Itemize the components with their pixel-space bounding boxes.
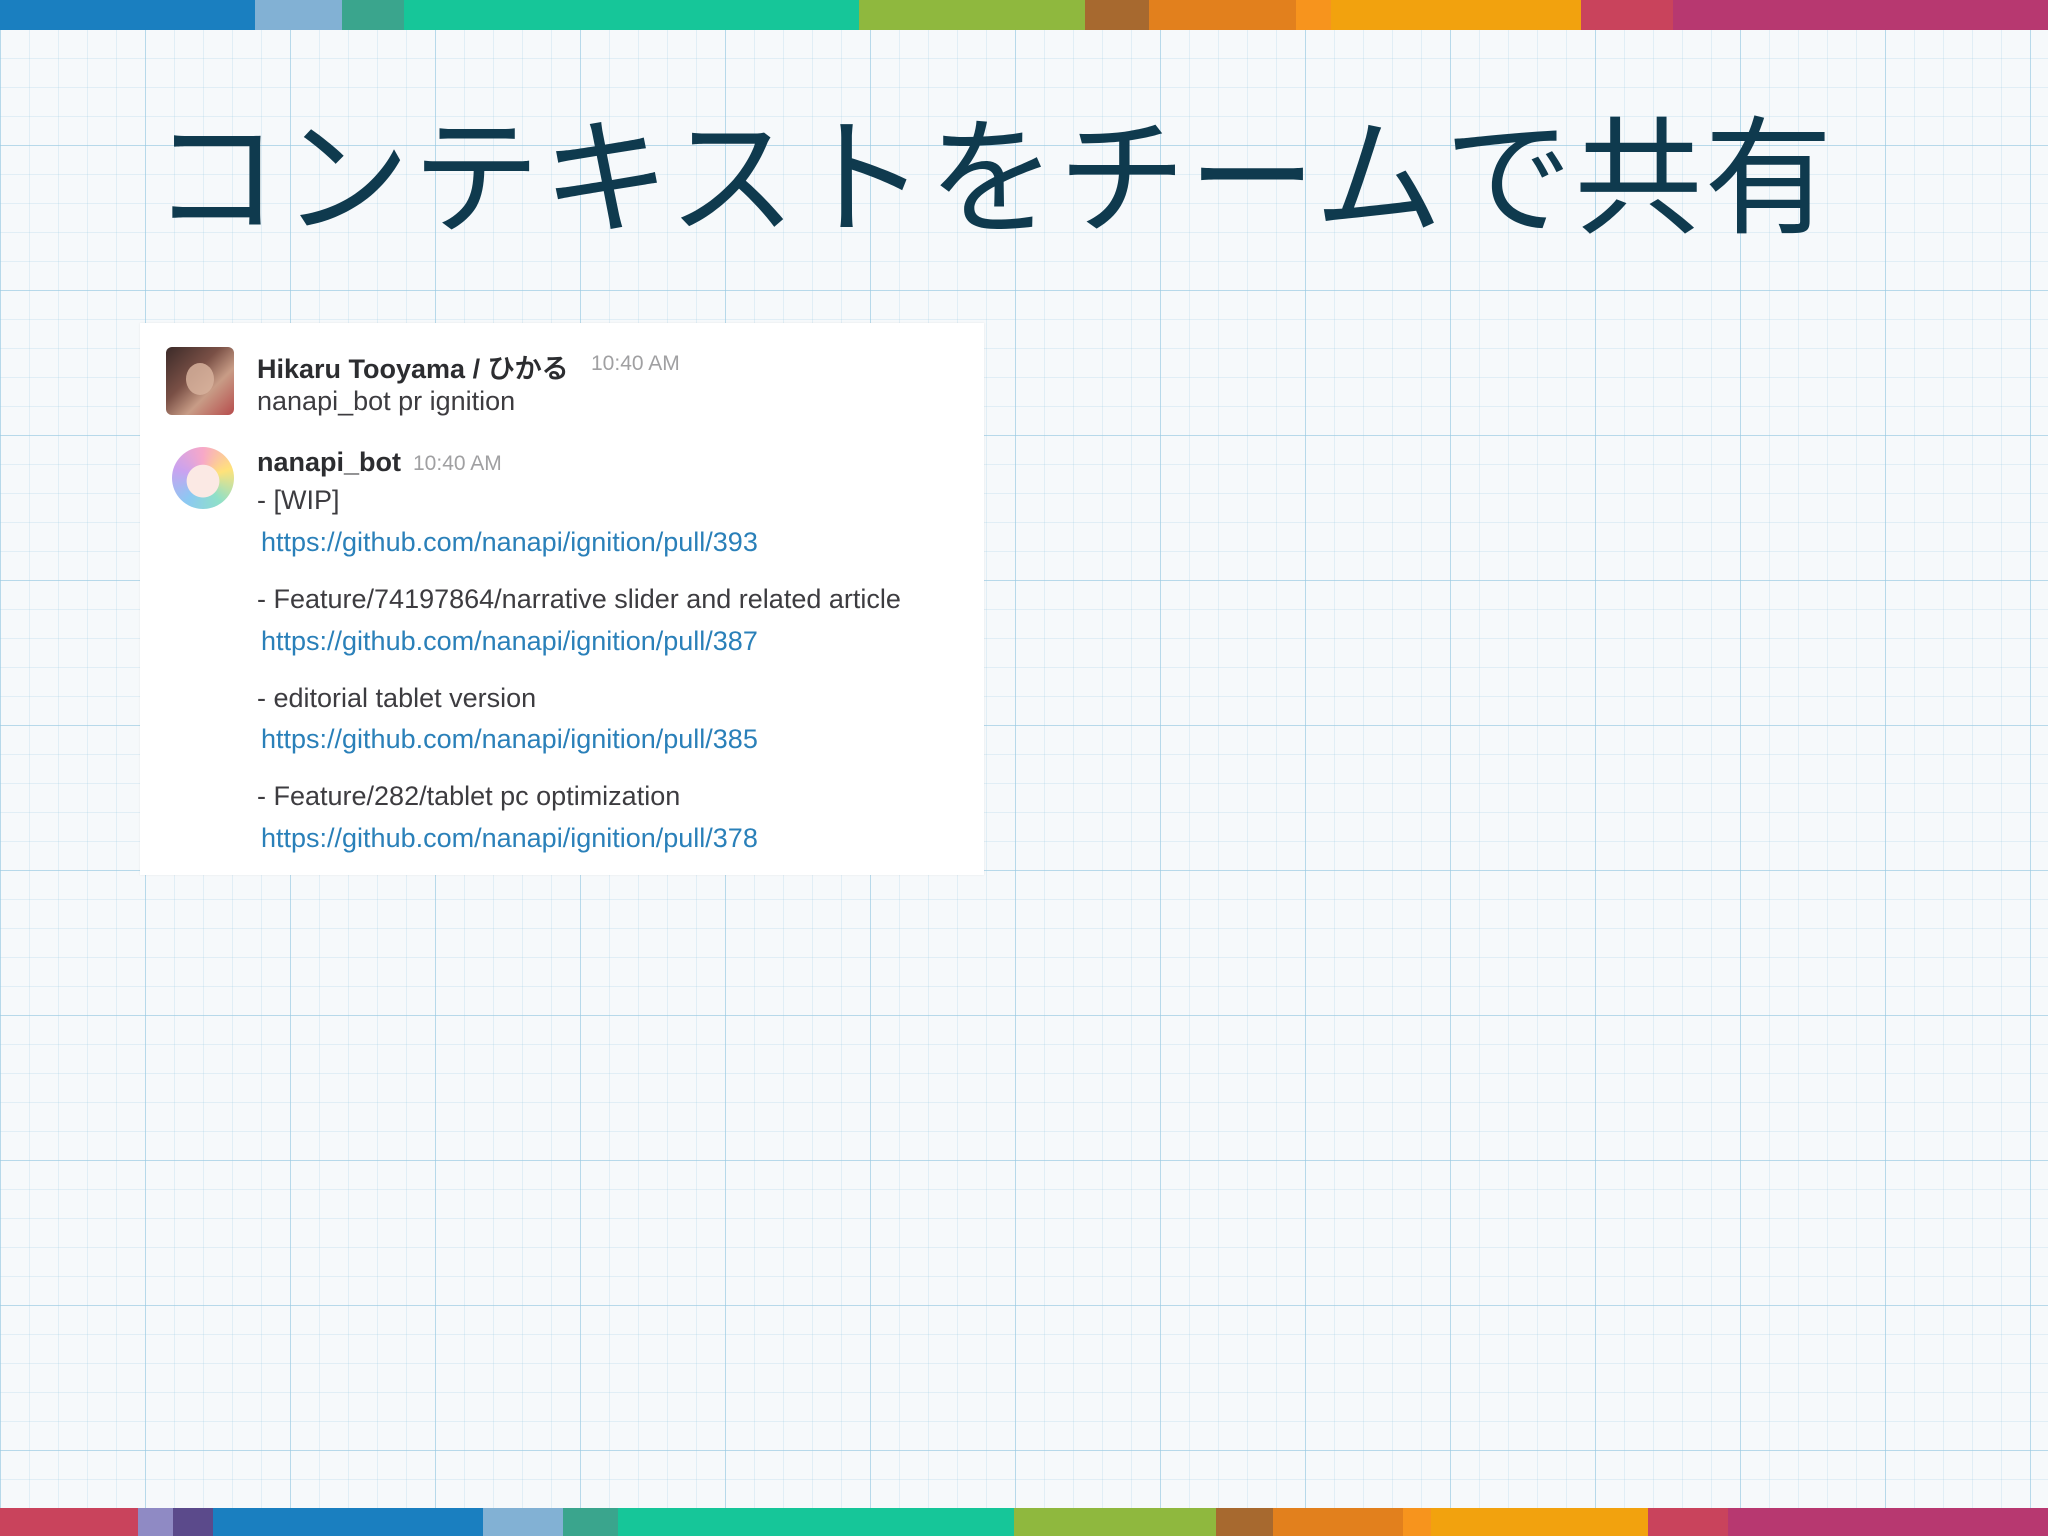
bot-avatar [172, 447, 234, 509]
message-timestamp: 10:40 AM [591, 352, 680, 375]
top-color-stripe [0, 0, 2048, 30]
user-avatar [166, 347, 234, 415]
pr-title: - editorial tablet version [257, 683, 537, 713]
slide-title: コンテキストをチームで共有 [152, 105, 1835, 254]
chat-screenshot: Hikaru Tooyama / ひかる 10:40 AM nanapi_bot… [140, 323, 984, 875]
pr-title: - [WIP] [257, 485, 340, 515]
message-timestamp: 10:40 AM [413, 452, 502, 475]
bottom-color-stripe [0, 1508, 2048, 1536]
message-username: nanapi_bot [257, 447, 402, 477]
pr-link[interactable]: https://github.com/nanapi/ignition/pull/… [261, 724, 758, 755]
message-username: Hikaru Tooyama / ひかる [257, 354, 569, 384]
pr-title: - Feature/74197864/narrative slider and … [257, 584, 901, 614]
pr-link[interactable]: https://github.com/nanapi/ignition/pull/… [261, 527, 758, 558]
message-text: nanapi_bot pr ignition [257, 386, 516, 416]
pr-link[interactable]: https://github.com/nanapi/ignition/pull/… [261, 626, 758, 657]
pr-title: - Feature/282/tablet pc optimization [257, 781, 681, 811]
pr-link[interactable]: https://github.com/nanapi/ignition/pull/… [261, 823, 758, 854]
